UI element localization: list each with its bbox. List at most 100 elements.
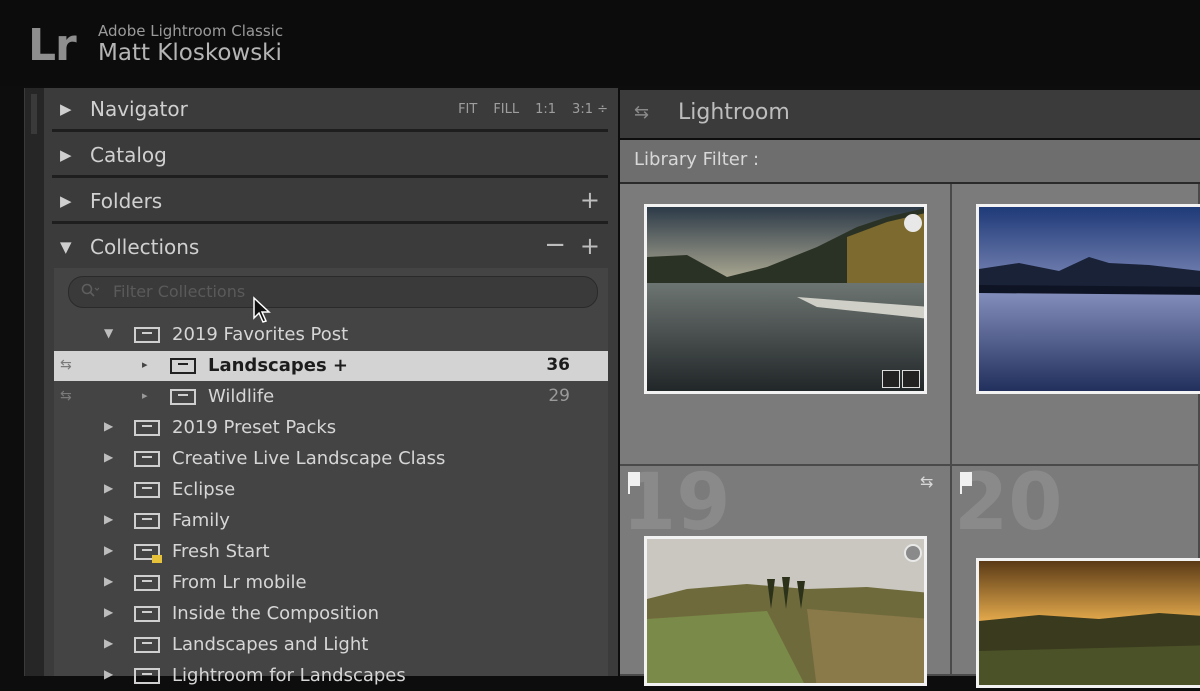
zoom-fill[interactable]: FILL (493, 102, 519, 117)
triangle-right-icon: ▶ (60, 146, 72, 164)
collection-name: Inside the Composition (172, 603, 379, 624)
collections-title: Collections (90, 235, 200, 259)
add-collection-button[interactable]: + (580, 232, 600, 260)
collections-list: Filter Collections ▼ 2019 Favorites Post… (54, 268, 608, 686)
collection-set-icon (134, 575, 160, 591)
remove-collection-button[interactable]: − (544, 230, 566, 260)
left-panel: ▶ Navigator FIT FILL 1:1 3:1 ÷ ▶ Catalog… (44, 88, 618, 686)
collection-count: 29 (548, 386, 570, 406)
collection-set-icon (134, 327, 160, 343)
library-filter-label: Library Filter : (634, 149, 760, 170)
collection-set-row[interactable]: ▶ Creative Live Landscape Class (54, 444, 608, 474)
collection-set-row[interactable]: ▶ Lightroom for Landscapes (54, 661, 608, 691)
triangle-right-icon: ▶ (60, 100, 72, 118)
collection-name: Fresh Start (172, 541, 270, 562)
collection-name: Landscapes + (208, 355, 349, 376)
triangle-down-icon[interactable]: ▼ (104, 326, 113, 340)
sync-arrows-icon[interactable]: ⇆ (60, 357, 72, 373)
add-folder-button[interactable]: + (580, 186, 600, 214)
triangle-right-icon[interactable]: ▶ (104, 450, 113, 464)
sync-arrows-icon[interactable]: ⇆ (920, 472, 933, 491)
collection-set-row[interactable]: ▶ Fresh Start (54, 537, 608, 567)
collection-set-row[interactable]: ▶ Landscapes and Light (54, 630, 608, 660)
grid-cell[interactable] (620, 184, 952, 466)
collections-header[interactable]: ▼ Collections − + (44, 226, 618, 270)
collection-icon (170, 358, 196, 374)
quick-collection-marker-icon[interactable] (904, 544, 922, 562)
flag-icon[interactable] (628, 472, 640, 494)
triangle-right-icon: ▶ (60, 192, 72, 210)
folders-title: Folders (90, 189, 163, 213)
identity-plate-name: Matt Kloskowski (98, 40, 282, 66)
library-filter-bar[interactable]: Library Filter : (620, 140, 1200, 184)
thumbnail-image[interactable] (644, 536, 927, 686)
collection-set-row[interactable]: ▶ Eclipse (54, 475, 608, 505)
collection-name: Family (172, 510, 230, 531)
grid-view: 19 ⇆ 20 (620, 184, 1200, 688)
flag-icon[interactable] (960, 472, 972, 494)
navigator-zoom-controls: FIT FILL 1:1 3:1 ÷ (458, 102, 608, 117)
collection-count: 36 (546, 355, 570, 375)
grid-cell[interactable] (952, 184, 1200, 466)
triangle-right-icon[interactable]: ▶ (104, 543, 113, 557)
triangle-right-icon[interactable]: ▶ (104, 419, 113, 433)
collection-row[interactable]: ⇆ ▸ Wildlife 29 (54, 382, 608, 412)
panel-grip-icon[interactable] (31, 94, 37, 134)
zoom-1-1[interactable]: 1:1 (535, 102, 556, 117)
filter-collections-input[interactable]: Filter Collections (68, 276, 598, 308)
badge-icon (152, 555, 162, 563)
title-bar: Lr Adobe Lightroom Classic Matt Kloskows… (0, 0, 1200, 86)
collection-name: Landscapes and Light (172, 634, 369, 655)
triangle-down-icon: ▼ (60, 238, 72, 256)
catalog-title: Catalog (90, 143, 167, 167)
zoom-3-1[interactable]: 3:1 ÷ (572, 102, 608, 117)
collection-set-row[interactable]: ▶ Family (54, 506, 608, 536)
collection-name: 2019 Preset Packs (172, 417, 337, 438)
quick-collection-marker-icon[interactable] (904, 214, 922, 232)
filter-placeholder: Filter Collections (113, 282, 246, 301)
grid-cell[interactable]: 19 ⇆ (620, 458, 952, 686)
left-panel-edge[interactable] (24, 88, 45, 676)
module-header: ⇆ Lightroom (620, 90, 1200, 138)
panel-divider (52, 175, 608, 178)
expand-arrow-icon[interactable]: ▸ (142, 358, 148, 371)
collection-set-icon (134, 668, 160, 684)
thumbnail-image[interactable] (976, 204, 1200, 394)
collection-set-row[interactable]: ▶ From Lr mobile (54, 568, 608, 598)
collection-set-icon (134, 513, 160, 529)
expand-arrow-icon[interactable]: ▸ (142, 389, 148, 402)
lightroom-logo: Lr (28, 20, 77, 71)
triangle-right-icon[interactable]: ▶ (104, 512, 113, 526)
collection-set-icon (134, 482, 160, 498)
collection-set-icon (134, 606, 160, 622)
panel-divider (52, 129, 608, 132)
collection-set-icon (134, 451, 160, 467)
collection-set-row[interactable]: ▶ Inside the Composition (54, 599, 608, 629)
collection-row-selected[interactable]: ⇆ ▸ Landscapes + 36 (54, 351, 608, 381)
app-name: Adobe Lightroom Classic (98, 22, 284, 40)
collection-set-row[interactable]: ▼ 2019 Favorites Post (54, 320, 608, 350)
zoom-fit[interactable]: FIT (458, 102, 477, 117)
panel-divider (52, 221, 608, 224)
thumbnail-image[interactable] (976, 558, 1200, 688)
sync-arrows-icon[interactable]: ⇆ (60, 388, 72, 404)
triangle-right-icon[interactable]: ▶ (104, 574, 113, 588)
triangle-right-icon[interactable]: ▶ (104, 481, 113, 495)
collection-set-icon (134, 637, 160, 653)
triangle-right-icon[interactable]: ▶ (104, 605, 113, 619)
develop-badge-icon[interactable] (902, 370, 920, 388)
sync-arrows-icon[interactable]: ⇆ (634, 102, 649, 123)
collection-set-row[interactable]: ▶ 2019 Preset Packs (54, 413, 608, 443)
triangle-right-icon[interactable]: ▶ (104, 636, 113, 650)
source-title: Lightroom (678, 100, 790, 125)
grid-cell[interactable]: 20 (952, 458, 1200, 688)
thumbnail-image[interactable] (644, 204, 927, 394)
navigator-header[interactable]: ▶ Navigator FIT FILL 1:1 3:1 ÷ (44, 88, 618, 132)
collection-icon (170, 389, 196, 405)
collection-name: From Lr mobile (172, 572, 307, 593)
folders-header[interactable]: ▶ Folders + (44, 180, 618, 224)
collection-name: 2019 Favorites Post (172, 324, 349, 345)
catalog-header[interactable]: ▶ Catalog (44, 134, 618, 178)
crop-badge-icon[interactable] (882, 370, 900, 388)
triangle-right-icon[interactable]: ▶ (104, 667, 113, 681)
